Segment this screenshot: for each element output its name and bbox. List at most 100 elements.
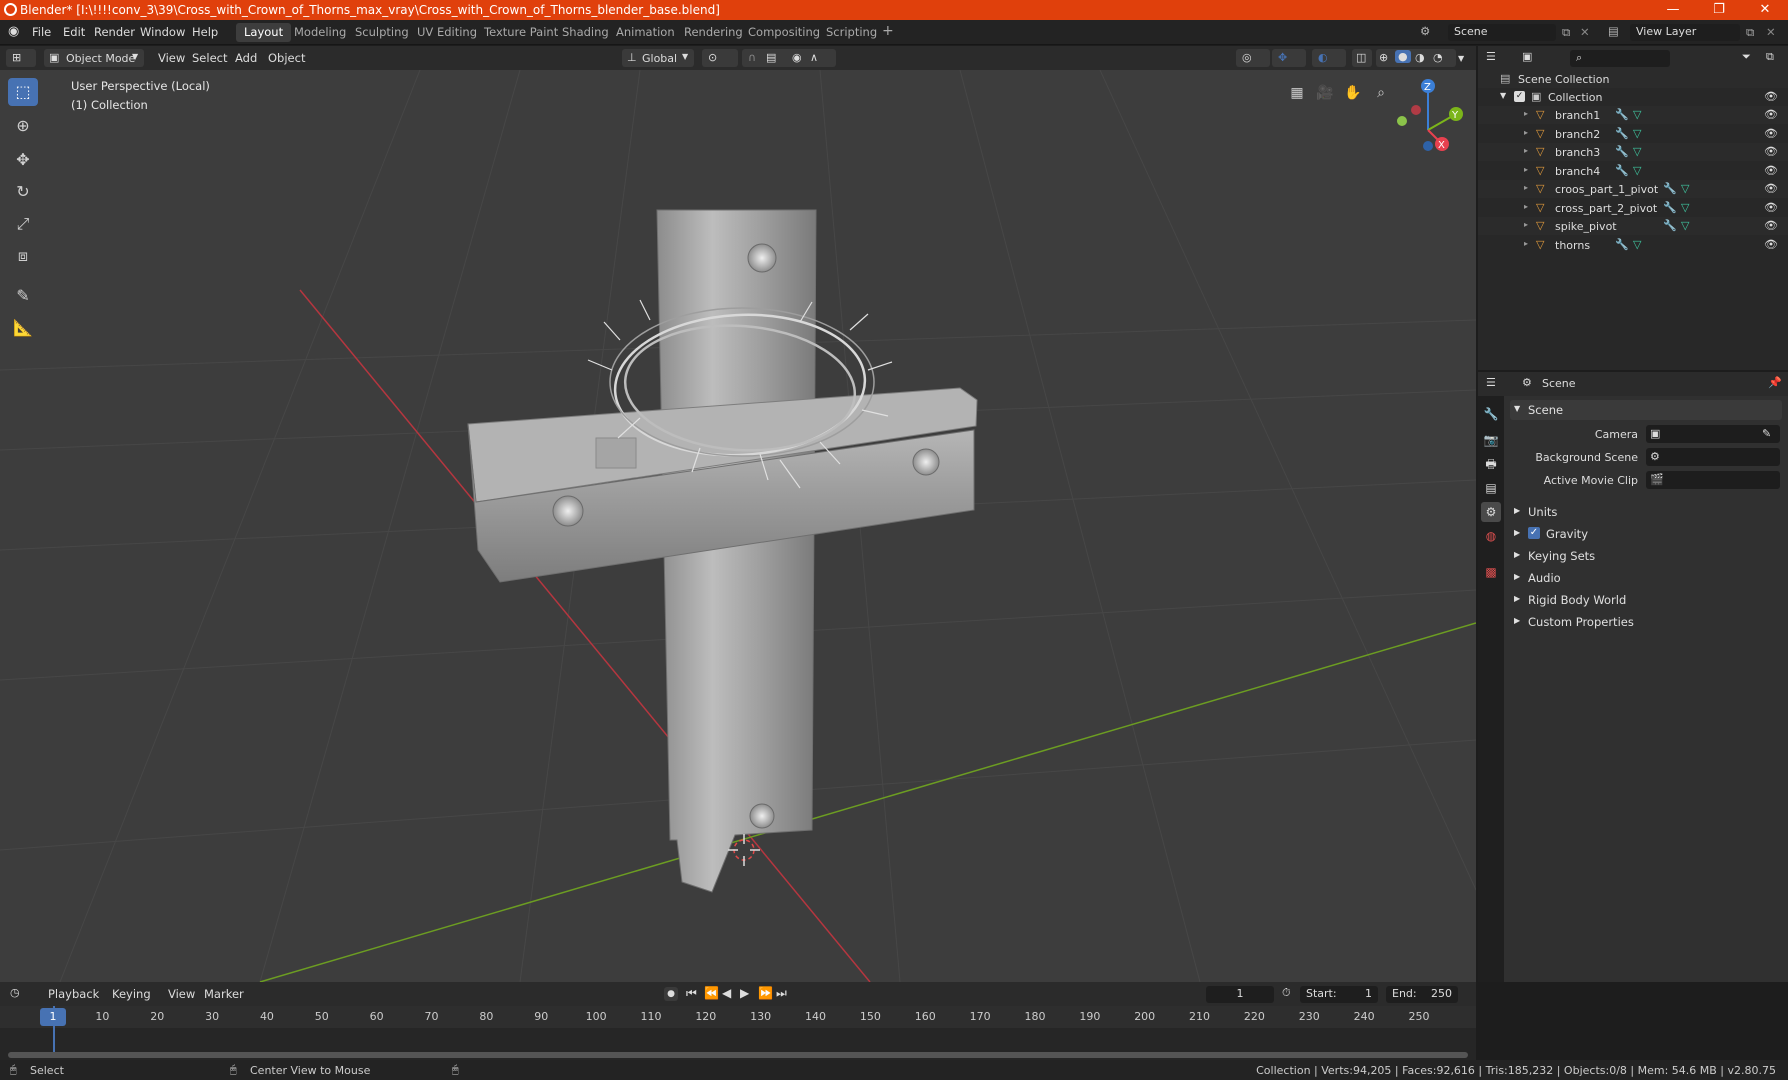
tab-uv-editing[interactable]: UV Editing xyxy=(409,23,485,42)
background-scene-field[interactable]: ⚙ xyxy=(1646,448,1780,466)
tab-scripting[interactable]: Scripting xyxy=(818,23,885,42)
gravity-checkbox[interactable]: ✓ xyxy=(1528,527,1540,539)
expand-arrow-icon[interactable]: ▸ xyxy=(1524,183,1528,192)
units-panel-header[interactable]: ▶ Units xyxy=(1510,502,1782,522)
outliner-collection[interactable]: ▼ ✓ ▣ Collection 👁 xyxy=(1478,88,1788,106)
pan-view-hand-icon[interactable]: ✋ xyxy=(1340,80,1366,106)
move-tool-icon[interactable]: ✥ xyxy=(8,146,38,174)
timeline-editor-type-icon[interactable]: ◷ xyxy=(10,986,20,999)
mesh-data-icon[interactable]: ▽ xyxy=(1633,145,1641,158)
filter-icon[interactable]: ⏷ xyxy=(1742,50,1751,64)
scene-tab-icon[interactable]: ⚙ xyxy=(1481,502,1501,522)
new-scene-icon[interactable]: ⧉ xyxy=(1562,25,1570,40)
rotate-tool-icon[interactable]: ↻ xyxy=(8,178,38,206)
outliner-scene-collection[interactable]: ▤ Scene Collection xyxy=(1478,70,1788,88)
mesh-data-icon[interactable]: ▽ xyxy=(1681,219,1689,232)
render-tab-icon[interactable]: 📷 xyxy=(1481,430,1501,450)
eye-icon[interactable]: 👁 xyxy=(1764,127,1778,140)
play-icon[interactable]: ▶ xyxy=(740,986,749,1000)
new-collection-icon[interactable]: ⧉ xyxy=(1766,50,1774,64)
zoom-view-icon[interactable]: ⌕ xyxy=(1368,80,1394,106)
scene-panel-header[interactable]: ▼ Scene xyxy=(1510,400,1782,420)
transform-tool-icon[interactable]: ⧈ xyxy=(8,242,38,270)
object-name[interactable]: spike_pivot xyxy=(1555,220,1617,233)
menu-object[interactable]: Object xyxy=(262,49,311,67)
snap-toggle[interactable]: ∩ ▤ xyxy=(742,49,792,67)
rigid-body-world-panel-header[interactable]: ▶ Rigid Body World xyxy=(1510,590,1782,610)
display-mode-icon[interactable]: ▣ xyxy=(1522,50,1532,63)
menu-add[interactable]: Add xyxy=(229,49,263,67)
menu-help[interactable]: Help xyxy=(192,25,218,39)
mode-selector[interactable]: ▣ Object Mode ▼ xyxy=(44,49,144,67)
object-name[interactable]: cross_part_2_pivot xyxy=(1555,202,1657,215)
gravity-panel-header[interactable]: ▶ ✓ Gravity xyxy=(1510,524,1782,544)
record-button-icon[interactable]: ● xyxy=(664,987,678,1001)
camera-field[interactable]: ▣ ✎ xyxy=(1646,425,1780,443)
object-name[interactable]: thorns xyxy=(1555,239,1590,252)
add-workspace-button[interactable]: + xyxy=(882,23,894,39)
object-name[interactable]: branch2 xyxy=(1555,128,1600,141)
solid-shading-icon[interactable]: ● xyxy=(1395,50,1411,63)
modifier-wrench-icon[interactable]: 🔧 xyxy=(1615,108,1629,121)
tab-texture-paint[interactable]: Texture Paint xyxy=(476,23,566,42)
expand-arrow-icon[interactable]: ▸ xyxy=(1524,220,1528,229)
eye-icon[interactable]: 👁 xyxy=(1764,164,1778,177)
object-name[interactable]: branch4 xyxy=(1555,165,1600,178)
overlay-toggle[interactable]: ◐ xyxy=(1312,49,1346,67)
proportional-editing-toggle[interactable]: ◉ ∧ xyxy=(786,49,836,67)
eye-icon[interactable]: 👁 xyxy=(1764,201,1778,214)
eye-icon[interactable]: 👁 xyxy=(1764,145,1778,158)
active-movie-clip-field[interactable]: 🎬 xyxy=(1646,471,1780,489)
wireframe-shading-icon[interactable]: ⊕ xyxy=(1379,51,1388,64)
expand-arrow-icon[interactable]: ▸ xyxy=(1524,146,1528,155)
start-frame-field[interactable]: Start: 1 xyxy=(1300,986,1378,1003)
outliner-editor-type-icon[interactable]: ☰ xyxy=(1486,50,1496,63)
outliner-object-row[interactable]: ▸ ▽ cross_part_2_pivot 🔧 ▽ 👁 xyxy=(1478,199,1788,217)
cursor-tool-icon[interactable]: ⊕ xyxy=(8,112,38,140)
outliner-object-row[interactable]: ▸ ▽ spike_pivot 🔧 ▽ 👁 xyxy=(1478,217,1788,235)
expand-arrow-icon[interactable]: ▸ xyxy=(1524,165,1528,174)
timeline-area[interactable]: 1102030405060708090100110120130140150160… xyxy=(0,1006,1476,1060)
menu-playback[interactable]: Playback xyxy=(42,985,105,1003)
modifier-wrench-icon[interactable]: 🔧 xyxy=(1663,219,1677,232)
next-keyframe-icon[interactable]: ⏩ xyxy=(758,986,773,1000)
new-view-layer-icon[interactable]: ⧉ xyxy=(1746,25,1754,40)
expand-arrow-icon[interactable]: ▸ xyxy=(1524,109,1528,118)
scale-tool-icon[interactable]: ⤢ xyxy=(8,210,38,238)
tab-sculpting[interactable]: Sculpting xyxy=(347,23,417,42)
modifier-wrench-icon[interactable]: 🔧 xyxy=(1615,127,1629,140)
expand-arrow-icon[interactable]: ▼ xyxy=(1500,91,1506,100)
mesh-data-icon[interactable]: ▽ xyxy=(1633,108,1641,121)
menu-file[interactable]: File xyxy=(32,25,51,39)
end-frame-field[interactable]: End: 250 xyxy=(1386,986,1458,1003)
pin-icon[interactable]: 📌 xyxy=(1768,376,1782,389)
modifier-wrench-icon[interactable]: 🔧 xyxy=(1663,182,1677,195)
tab-modeling[interactable]: Modeling xyxy=(286,23,354,42)
scene-selector[interactable]: Scene xyxy=(1448,24,1556,41)
maximize-button[interactable]: ❐ xyxy=(1696,0,1742,20)
eye-icon[interactable]: 👁 xyxy=(1764,90,1778,103)
modifier-wrench-icon[interactable]: 🔧 xyxy=(1615,145,1629,158)
annotate-tool-icon[interactable]: ✎ xyxy=(8,282,38,310)
outliner-search-input[interactable]: ⌕ xyxy=(1570,50,1670,67)
eye-icon[interactable]: 👁 xyxy=(1764,108,1778,121)
rendered-shading-icon[interactable]: ◔ xyxy=(1433,51,1443,64)
outliner-object-row[interactable]: ▸ ▽ croos_part_1_pivot 🔧 ▽ 👁 xyxy=(1478,180,1788,198)
minimize-button[interactable]: — xyxy=(1650,0,1696,20)
mesh-data-icon[interactable]: ▽ xyxy=(1633,238,1641,251)
jump-start-icon[interactable]: ⏮ xyxy=(686,986,697,1001)
view-layer-tab-icon[interactable]: ▤ xyxy=(1481,478,1501,498)
object-name[interactable]: croos_part_1_pivot xyxy=(1555,183,1658,196)
properties-editor-type-icon[interactable]: ☰ xyxy=(1486,376,1496,389)
3d-viewport[interactable]: Z Y X ⬚ ⊕ ✥ ↻ ⤢ ⧈ ✎ 📐 User Perspective (… xyxy=(0,70,1476,982)
tab-compositing[interactable]: Compositing xyxy=(740,23,828,42)
menu-keying[interactable]: Keying xyxy=(106,985,157,1003)
toggle-grid-view-icon[interactable]: ▦ xyxy=(1284,80,1310,106)
expand-arrow-icon[interactable]: ▸ xyxy=(1524,202,1528,211)
object-name[interactable]: branch3 xyxy=(1555,146,1600,159)
menu-edit[interactable]: Edit xyxy=(63,25,85,39)
jump-end-icon[interactable]: ⏭ xyxy=(776,986,787,1001)
eye-icon[interactable]: 👁 xyxy=(1764,182,1778,195)
texture-tab-icon[interactable]: ▩ xyxy=(1481,562,1501,582)
mesh-data-icon[interactable]: ▽ xyxy=(1681,182,1689,195)
